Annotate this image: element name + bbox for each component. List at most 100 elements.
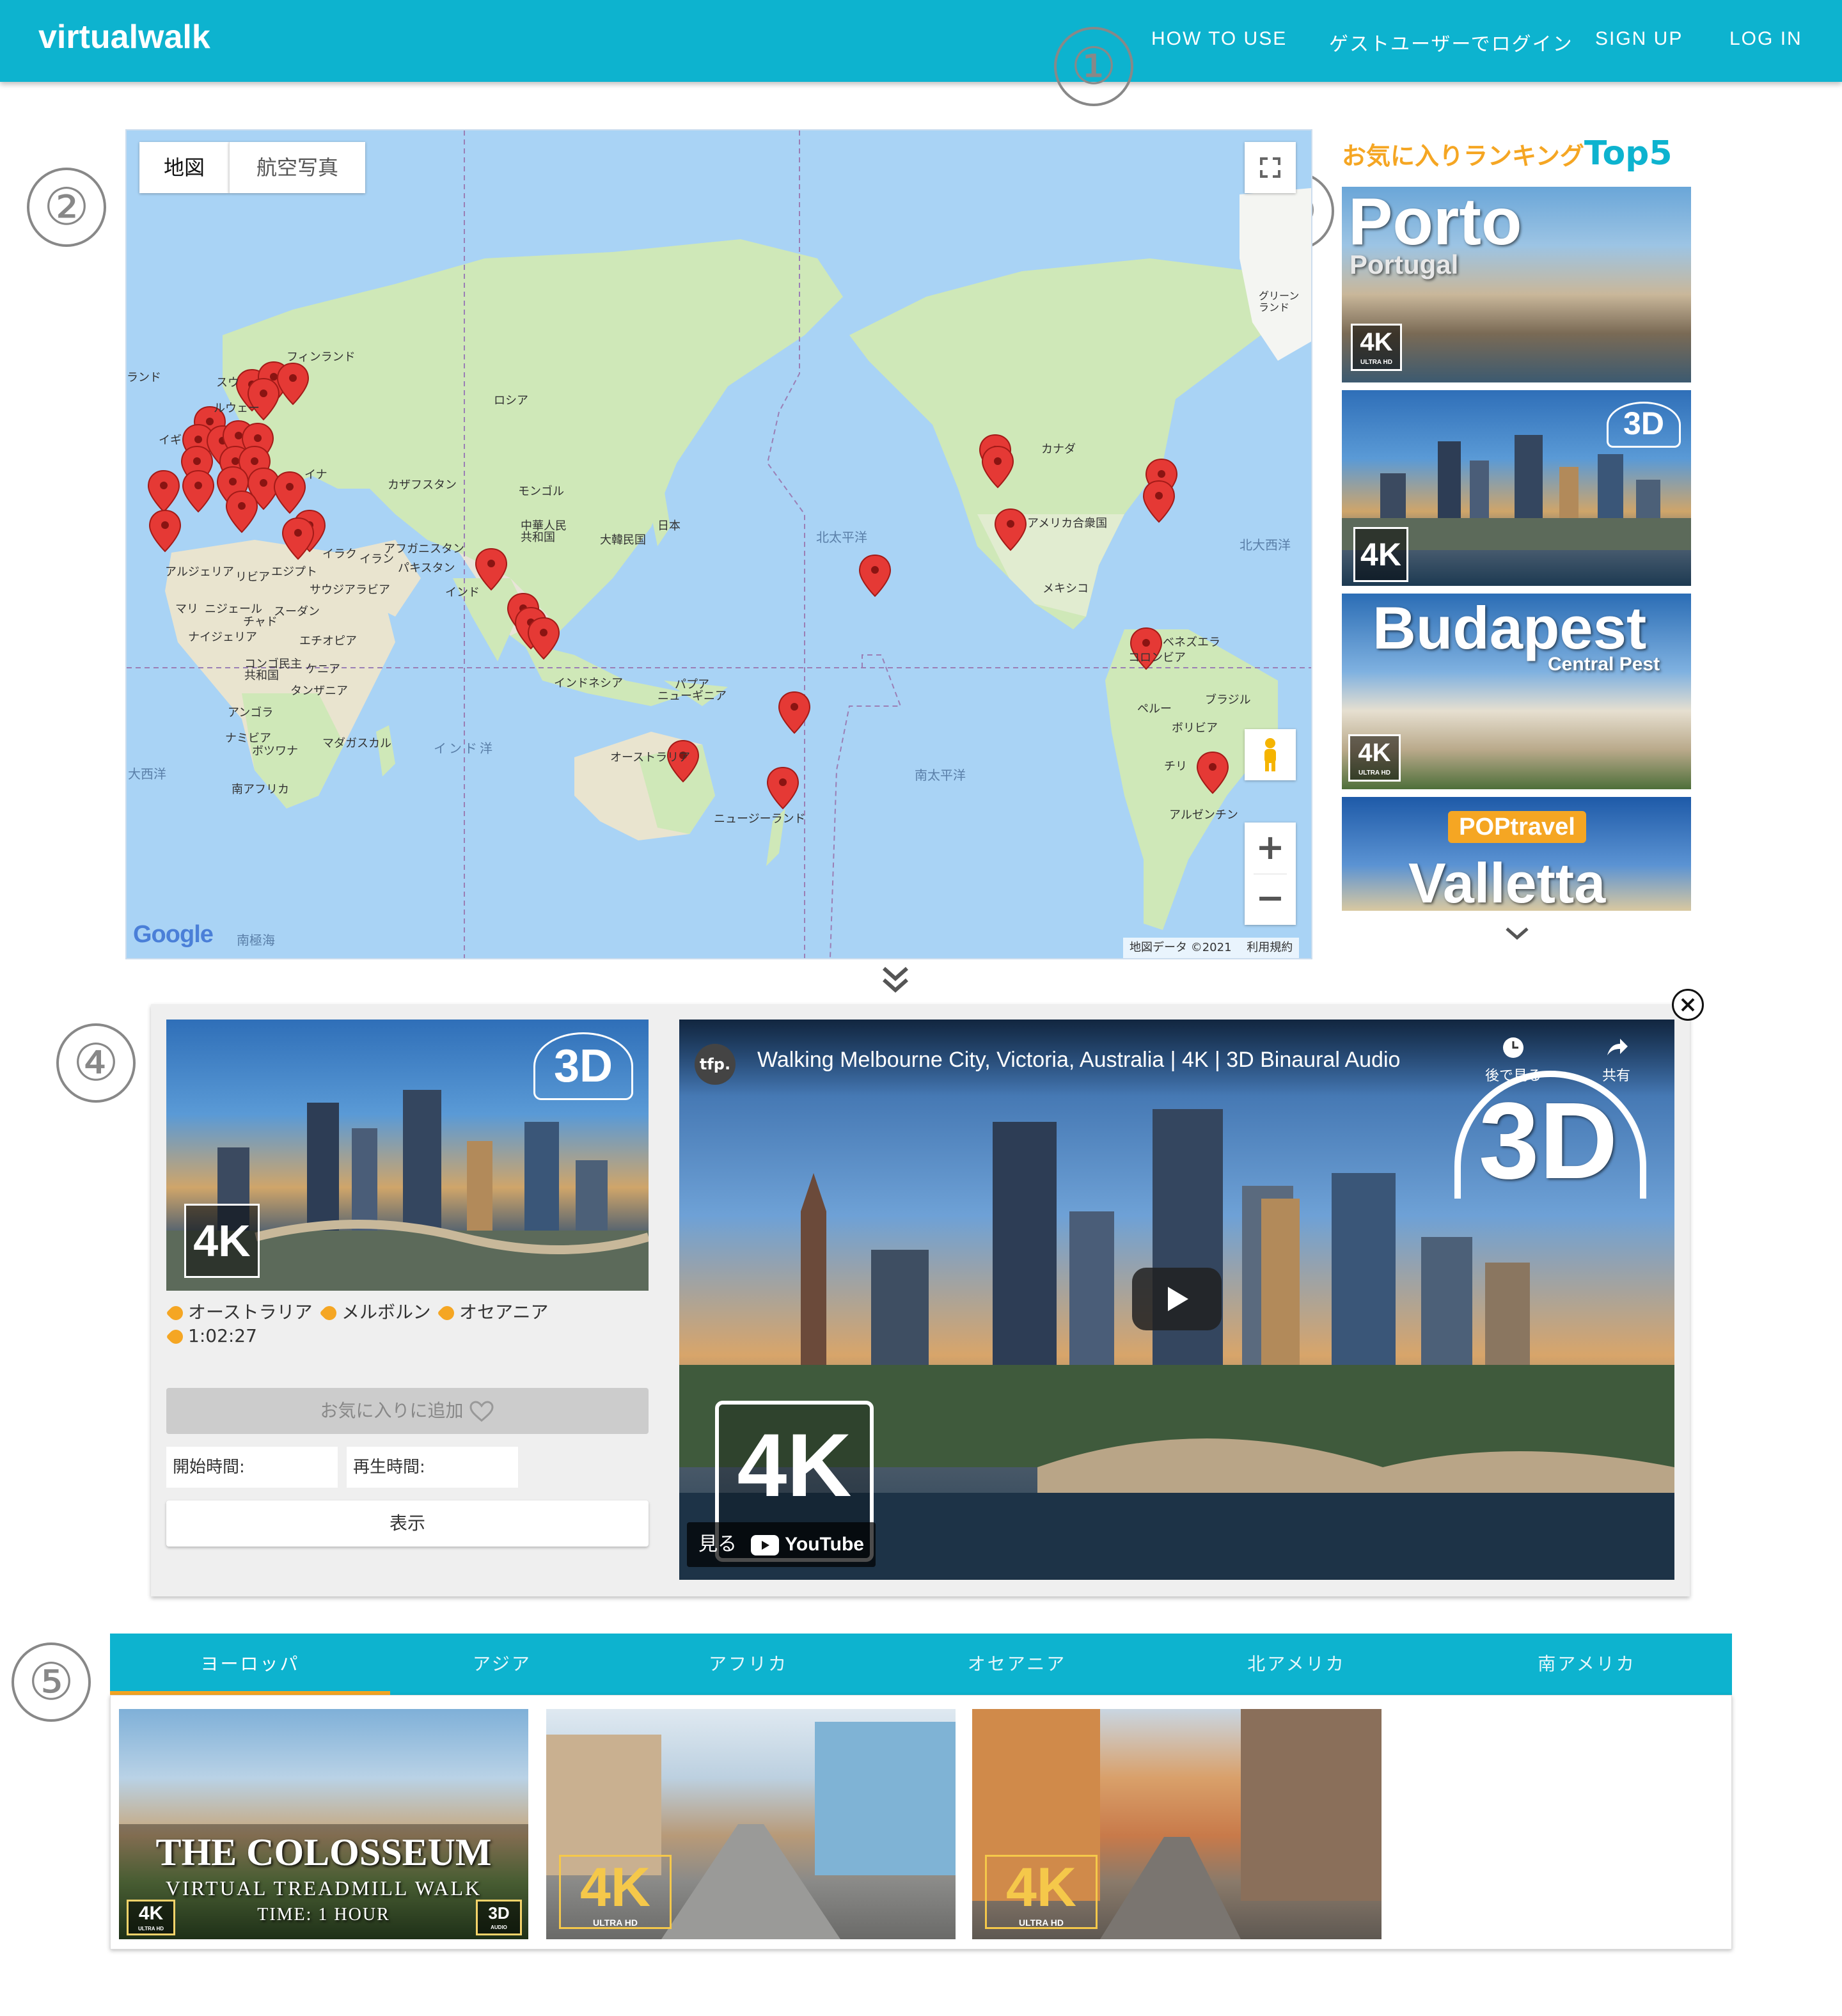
chevron-down-icon[interactable] [1502, 924, 1532, 944]
street-view-button[interactable] [1245, 729, 1296, 780]
map-pin[interactable] [767, 767, 799, 809]
zoom-in-button[interactable]: + [1245, 823, 1296, 874]
video-card-old-town[interactable]: 4K ULTRA HD [972, 1709, 1382, 1939]
tab-europe[interactable]: ヨーロッパ [110, 1634, 390, 1695]
map-pin[interactable] [274, 471, 306, 514]
video-thumbnail[interactable]: 3D 4K [166, 1020, 649, 1291]
badge-4k: 4K [1353, 527, 1408, 582]
map-pin[interactable] [778, 691, 810, 734]
annotation-marker-4: ④ [56, 1023, 136, 1103]
tab-north-america[interactable]: 北アメリカ [1151, 1634, 1442, 1695]
map-label: スーダン [274, 605, 320, 618]
badge-4k-subtext: ULTRA HD [1358, 769, 1390, 776]
tab-africa[interactable]: アフリカ [614, 1634, 883, 1695]
close-panel-button[interactable] [1672, 989, 1704, 1021]
nav-how-to-use[interactable]: HOW TO USE [1151, 28, 1287, 50]
region-tab-bar: ヨーロッパ アジア アフリカ オセアニア 北アメリカ 南アメリカ [110, 1634, 1732, 1695]
map-label: インド [445, 586, 480, 599]
fullscreen-icon [1260, 157, 1280, 178]
video-title[interactable]: Walking Melbourne City, Victoria, Austra… [757, 1048, 1400, 1073]
map-label: 中華人民 共和国 [521, 519, 567, 544]
watch-on-youtube-button[interactable]: 見る YouTube [687, 1522, 876, 1567]
map-label: エチオピア [299, 634, 357, 648]
ranking-card-title: Valletta [1408, 851, 1606, 911]
map-pin[interactable] [528, 617, 560, 659]
nav-log-in[interactable]: LOG IN [1729, 28, 1802, 50]
map-pin[interactable] [149, 510, 181, 552]
map-pin[interactable] [277, 363, 309, 405]
nav-sign-up[interactable]: SIGN UP [1595, 28, 1683, 50]
map-data-credit: 地図データ ©2021 [1130, 941, 1232, 954]
world-map[interactable]: フィンランド ランド スウ ルウェー イギ イナ ロシア カザフスタン モンゴル… [125, 129, 1312, 959]
map-pin[interactable] [982, 446, 1014, 488]
start-time-field[interactable]: 開始時間: [166, 1447, 338, 1488]
map-type-satellite-tab[interactable]: 航空写真 [229, 142, 365, 193]
youtube-player[interactable]: tfp. Walking Melbourne City, Victoria, A… [679, 1020, 1674, 1580]
map-pin[interactable] [475, 548, 507, 590]
zoom-out-button[interactable]: − [1245, 874, 1296, 925]
map-type-map-tab[interactable]: 地図 [139, 142, 229, 193]
ranking-card-valletta[interactable]: POPtravel Valletta [1342, 797, 1691, 911]
annotation-marker-1: ① [1054, 27, 1133, 106]
badge-3d-audio: 3D [1479, 1080, 1618, 1202]
map-pin-layer [148, 361, 1229, 809]
double-chevron-down-icon[interactable] [878, 962, 913, 998]
video-detail-panel: 3D 4K オーストラリア メルボルン オセアニア 1:02:27 お気に入りに… [151, 1004, 1690, 1596]
badge-4k-subtext: ULTRA HD [593, 1918, 638, 1928]
map-label: ボツワナ [252, 744, 298, 758]
nav-guest-login[interactable]: ゲストユーザーでログイン [1329, 28, 1573, 56]
map-label: 北大西洋 [1240, 537, 1291, 553]
tag-label: オセアニア [459, 1302, 549, 1323]
show-button[interactable]: 表示 [166, 1500, 649, 1547]
map-terms-link[interactable]: 利用規約 [1247, 941, 1293, 954]
video-card-street-walk[interactable]: 4K ULTRA HD [546, 1709, 956, 1939]
tag-region[interactable]: オセアニア [437, 1298, 549, 1324]
top-nav-bar: virtualwalk HOW TO USE ゲストユーザーでログイン SIGN… [0, 0, 1842, 82]
tab-south-america[interactable]: 南アメリカ [1442, 1634, 1732, 1695]
map-label: チャド [243, 615, 278, 629]
map-pin[interactable] [1143, 480, 1175, 523]
badge-3d-audio: 3D AUDIO [476, 1900, 522, 1935]
map-pin[interactable] [282, 517, 314, 560]
map-pin[interactable] [859, 555, 891, 597]
badge-4k-subtext: ULTRA HD [138, 1926, 164, 1932]
badge-4k-text: 4K [1358, 739, 1391, 767]
tag-city[interactable]: メルボルン [319, 1298, 430, 1324]
map-pin[interactable] [995, 508, 1027, 551]
channel-avatar[interactable]: tfp. [695, 1044, 736, 1085]
map-label: フィンランド [287, 350, 356, 364]
tag-icon [319, 1303, 340, 1323]
map-pin[interactable] [148, 470, 180, 512]
map-pin[interactable] [226, 491, 258, 533]
fullscreen-button[interactable] [1245, 142, 1296, 193]
map-label: ペルー [1137, 702, 1172, 716]
map-pin[interactable] [1197, 752, 1229, 794]
tab-asia[interactable]: アジア [390, 1634, 614, 1695]
map-label: インドネシア [554, 677, 623, 690]
map-label: イラク [322, 547, 357, 561]
ranking-card-melbourne[interactable]: 3D 4K [1342, 390, 1691, 586]
map-pin[interactable] [182, 470, 214, 512]
play-time-field[interactable]: 再生時間: [347, 1447, 518, 1488]
badge-3d-audio: 3D [1607, 402, 1681, 448]
video-card-colosseum[interactable]: THE COLOSSEUM VIRTUAL TREADMILL WALK TIM… [119, 1709, 528, 1939]
map-label: 南太平洋 [915, 768, 966, 783]
annotation-marker-2: ② [27, 168, 106, 247]
duration: 1:02:27 [166, 1325, 257, 1347]
tag-country[interactable]: オーストラリア [166, 1298, 313, 1324]
pegman-icon [1264, 738, 1276, 771]
add-favorite-button[interactable]: お気に入りに追加 [166, 1388, 649, 1434]
ranking-title: お気に入りランキングTop5 [1342, 134, 1673, 173]
ranking-card-porto[interactable]: Porto Portugal 4K ULTRA HD [1342, 187, 1691, 382]
map-attribution: 地図データ ©2021 利用規約 [1123, 938, 1300, 958]
duration-value: 1:02:27 [188, 1325, 257, 1346]
map-label: ルウェー [214, 402, 260, 415]
tab-oceania[interactable]: オセアニア [883, 1634, 1151, 1695]
map-label: コロンビア [1128, 651, 1186, 665]
poptravel-brand: POPtravel [1448, 811, 1586, 843]
map-label: 大韓民国 [600, 533, 646, 547]
play-button[interactable] [1132, 1268, 1222, 1330]
ranking-card-budapest[interactable]: Budapest Central Pest 4K ULTRA HD [1342, 594, 1691, 789]
share-icon [1607, 1039, 1628, 1055]
site-logo[interactable]: virtualwalk [38, 18, 210, 56]
